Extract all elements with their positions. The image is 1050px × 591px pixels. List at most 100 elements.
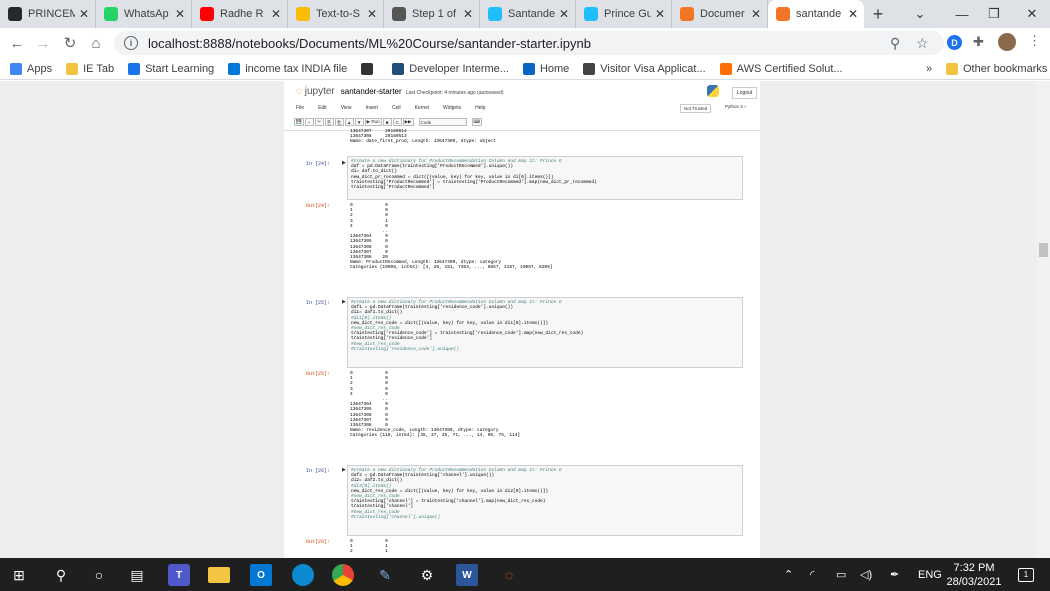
menu-insert[interactable]: Insert <box>365 105 378 111</box>
pen-icon[interactable]: ✒ <box>890 558 899 591</box>
battery-icon[interactable]: ▭ <box>836 558 846 591</box>
reload-icon[interactable]: ↻ <box>57 30 83 56</box>
trusted-badge[interactable]: Not Trusted <box>680 104 712 113</box>
outlook-icon[interactable]: O <box>250 564 272 586</box>
back-icon[interactable]: ← <box>4 30 30 56</box>
toolbar-button-9[interactable]: C <box>392 118 402 126</box>
zoom-icon[interactable]: ⚲ <box>890 35 900 52</box>
close-tab-icon[interactable]: ✕ <box>367 7 377 21</box>
close-tab-icon[interactable]: ✕ <box>655 7 665 21</box>
chrome-icon[interactable] <box>332 564 354 586</box>
menu-view[interactable]: View <box>341 105 352 111</box>
word-icon[interactable]: W <box>456 564 478 586</box>
toolbar-button-7[interactable]: ▶ Run <box>364 118 382 126</box>
toolbar-button-6[interactable]: ▼ <box>354 118 364 126</box>
bookmark-2[interactable]: Start Learning <box>128 62 214 75</box>
jupyter-logo[interactable]: ◌ jupyter <box>296 86 335 97</box>
close-tab-icon[interactable]: ✕ <box>848 7 858 21</box>
page-scrollbar[interactable] <box>1037 81 1050 558</box>
run-cell-icon[interactable]: ▶ <box>342 467 346 473</box>
tab-1[interactable]: WhatsAp ✕ <box>96 0 192 28</box>
address-bar[interactable]: i localhost:8888/notebooks/Documents/ML%… <box>114 31 944 55</box>
menu-help[interactable]: Help <box>475 105 485 111</box>
close-tab-icon[interactable]: ✕ <box>463 7 473 21</box>
tab-5[interactable]: Santande ✕ <box>480 0 576 28</box>
chrome-more-icon[interactable]: ⋮ <box>1028 33 1041 49</box>
close-tab-icon[interactable]: ✕ <box>271 7 281 21</box>
tab-2[interactable]: Radhe R ✕ <box>192 0 288 28</box>
clock[interactable]: 7:32 PM 28/03/2021 <box>942 561 1006 589</box>
show-hidden-icons[interactable]: ⌃ <box>784 558 793 591</box>
keyboard-icon[interactable]: ⌨ <box>471 118 482 126</box>
cell-24-code[interactable]: #create a new dictionary for ProductReco… <box>347 156 743 200</box>
forward-icon[interactable]: → <box>30 30 56 56</box>
other-bookmarks-label: Other bookmarks <box>963 62 1048 75</box>
close-tab-icon[interactable]: ✕ <box>175 7 185 21</box>
toolbar-button-3[interactable]: ⎘ <box>324 118 334 126</box>
menu-cell[interactable]: Cell <box>392 105 401 111</box>
info-icon[interactable]: i <box>124 36 138 50</box>
menu-kernel[interactable]: Kernel <box>415 105 429 111</box>
menu-edit[interactable]: Edit <box>318 105 327 111</box>
tab-0[interactable]: PRINCEM ✕ <box>0 0 96 28</box>
bookmark-7[interactable]: Visitor Visa Applicat... <box>583 62 706 75</box>
cortana-icon[interactable]: ○ <box>88 564 110 586</box>
cell-type-select[interactable]: Code <box>418 118 467 126</box>
chrome-menu-icon[interactable]: ⌄ <box>898 0 942 28</box>
close-tab-icon[interactable]: ✕ <box>751 7 761 21</box>
toolbar-button-4[interactable]: ⎗ <box>334 118 344 126</box>
tab-8[interactable]: santande ✕ <box>768 0 864 28</box>
close-tab-icon[interactable]: ✕ <box>79 7 89 21</box>
teams-icon[interactable]: T <box>168 564 190 586</box>
cell-26-code[interactable]: #create a new dictionary for ProductReco… <box>347 465 743 536</box>
run-cell-icon[interactable]: ▶ <box>342 299 346 305</box>
jupyter-taskbar-icon[interactable]: ◌ <box>498 564 520 586</box>
avatar[interactable] <box>998 33 1016 51</box>
more-bookmarks-button[interactable]: » <box>926 63 932 75</box>
bookmark-6[interactable]: Home <box>522 62 569 75</box>
toolbar-button-5[interactable]: ▲ <box>344 118 354 126</box>
home-icon[interactable]: ⌂ <box>83 30 109 56</box>
windows-start-icon[interactable]: ⊞ <box>8 564 30 586</box>
other-bookmarks-folder[interactable]: Other bookmarks <box>946 62 1048 75</box>
bookmark-0[interactable]: Apps <box>10 62 52 75</box>
close-window-button[interactable]: ✕ <box>1010 0 1050 28</box>
menu-file[interactable]: File <box>296 105 304 111</box>
bookmark-1[interactable]: IE Tab <box>66 62 114 75</box>
extensions-icon[interactable]: ✚ <box>973 34 984 50</box>
tab-label: santande <box>796 8 842 20</box>
toolbar-button-2[interactable]: ✂ <box>314 118 324 126</box>
toolbar-button-1[interactable]: + <box>304 118 314 126</box>
tab-3[interactable]: Text-to-S ✕ <box>288 0 384 28</box>
new-tab-button[interactable]: + <box>864 0 892 28</box>
close-tab-icon[interactable]: ✕ <box>559 7 569 21</box>
cell-25-code[interactable]: #create a new dictionary for ProductReco… <box>347 297 743 368</box>
notes-icon[interactable]: ✎ <box>374 564 396 586</box>
search-icon[interactable]: ⚲ <box>50 564 72 586</box>
bookmark-8[interactable]: AWS Certified Solut... <box>719 62 843 75</box>
bookmark-3[interactable]: income tax INDIA file <box>228 62 347 75</box>
language-indicator[interactable]: ENG <box>918 558 942 591</box>
bookmark-star-icon[interactable]: ☆ <box>916 35 929 52</box>
scrollbar-thumb[interactable] <box>1039 243 1048 257</box>
run-cell-icon[interactable]: ▶ <box>342 160 346 166</box>
file-explorer-icon[interactable] <box>208 567 230 583</box>
tab-6[interactable]: Prince Gu ✕ <box>576 0 672 28</box>
notifications-icon[interactable]: 1 <box>1018 568 1034 582</box>
toolbar-button-10[interactable]: ▶▶ <box>402 118 414 126</box>
toolbar-button-0[interactable]: 💾 <box>294 118 304 126</box>
edge-icon[interactable] <box>292 564 314 586</box>
volume-icon[interactable]: ◁) <box>860 558 872 591</box>
toolbar-button-8[interactable]: ■ <box>382 118 392 126</box>
logout-button[interactable]: Logout <box>732 87 758 99</box>
tab-7[interactable]: Documer ✕ <box>672 0 768 28</box>
task-view-icon[interactable]: ▤ <box>126 564 148 586</box>
profile-extension-icon[interactable]: D <box>947 35 962 50</box>
wifi-icon[interactable]: ◜ <box>810 558 814 591</box>
settings-gear-icon[interactable]: ⚙ <box>416 564 438 586</box>
bookmark-4[interactable] <box>361 62 378 75</box>
notebook-name[interactable]: santander-starter <box>341 87 402 96</box>
menu-widgets[interactable]: Widgets <box>443 105 461 111</box>
bookmark-5[interactable]: Developer Interme... <box>392 62 509 75</box>
tab-4[interactable]: Step 1 of ✕ <box>384 0 480 28</box>
